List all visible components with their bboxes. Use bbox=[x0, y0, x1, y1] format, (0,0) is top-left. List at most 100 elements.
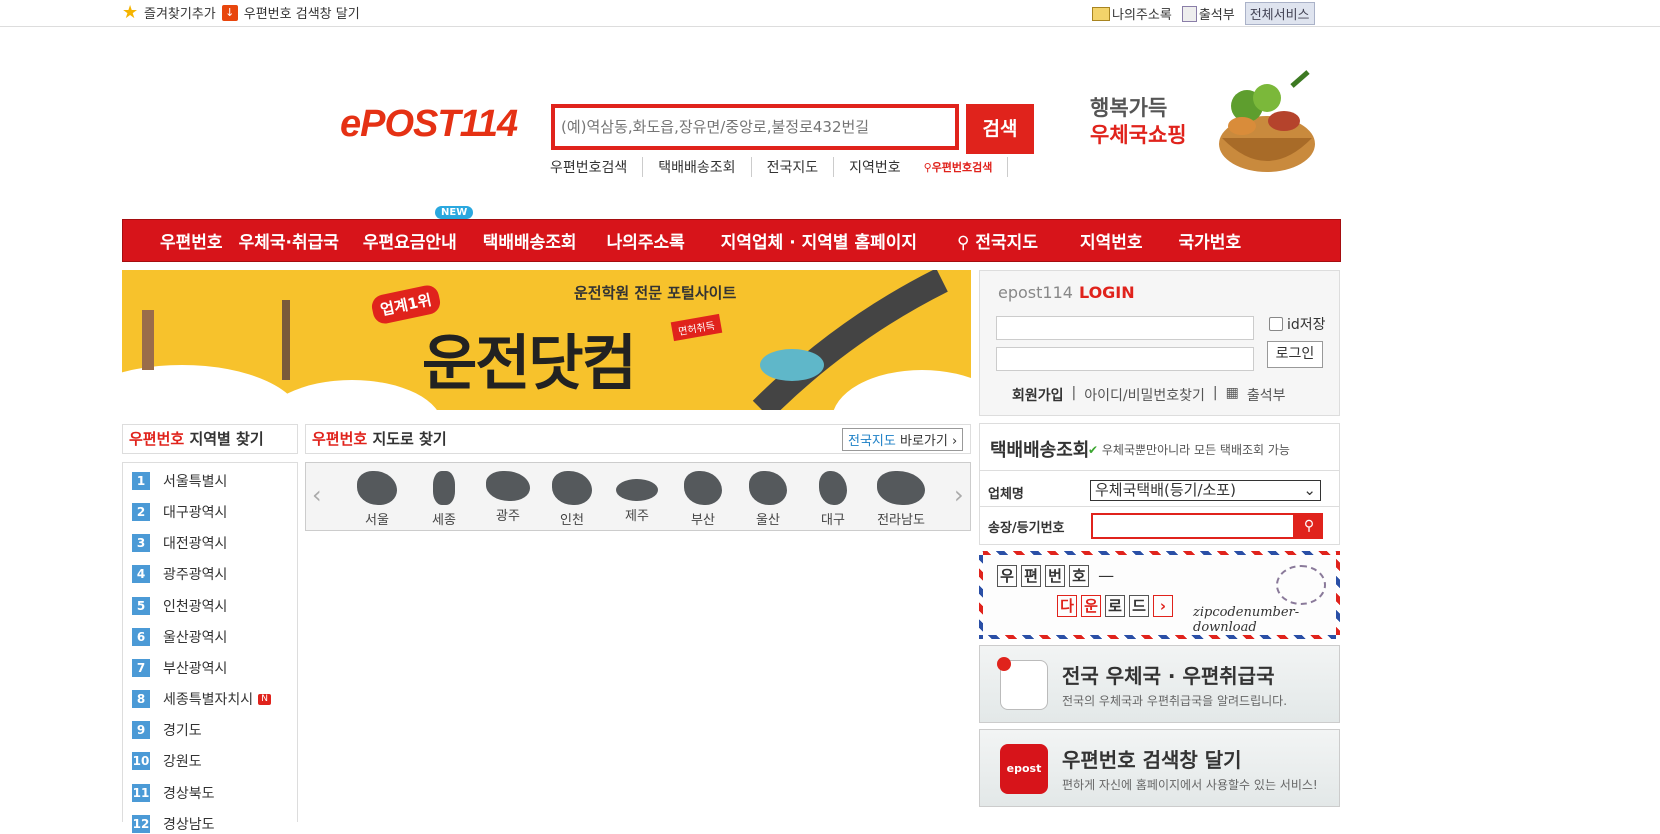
sublink-postcode[interactable]: 우편번호검색 bbox=[550, 157, 644, 177]
search-input[interactable] bbox=[555, 108, 955, 146]
post-office-promo[interactable]: 전국 우체국 · 우편취급국 전국의 우체국과 우편취급국을 알려드립니다. bbox=[979, 645, 1340, 723]
separator: | bbox=[1071, 385, 1077, 401]
widget-promo[interactable]: epost 우편번호 검색창 달기 편하게 자신에 홈페이지에서 사용할수 있는… bbox=[979, 729, 1340, 807]
find-account-link[interactable]: 아이디/비밀번호찾기 bbox=[1084, 385, 1205, 405]
nav-postcode[interactable]: 우편번호 bbox=[160, 228, 223, 253]
letter-box: 편 bbox=[1021, 565, 1041, 587]
all-services-button[interactable]: 전체서비스 bbox=[1244, 2, 1315, 25]
letter-box: 우 bbox=[997, 565, 1017, 587]
nav-map[interactable]: ⚲ 전국지도 bbox=[957, 228, 1038, 253]
top-right-links: 나의주소록 출석부 전체서비스 bbox=[1092, 2, 1315, 25]
widget-link[interactable]: 우편번호 검색창 달기 bbox=[244, 3, 360, 22]
prev-arrow-icon[interactable]: ‹ bbox=[312, 481, 322, 509]
remember-checkbox[interactable] bbox=[1269, 317, 1283, 331]
map-region[interactable]: 세종 bbox=[419, 471, 469, 528]
map-region[interactable]: 울산 bbox=[743, 471, 793, 528]
region-item[interactable]: 7 부산광역시 bbox=[132, 658, 227, 678]
login-title: LOGIN bbox=[1078, 283, 1135, 302]
nav-post-office[interactable]: 우체국·취급국 bbox=[239, 228, 339, 253]
region-item[interactable]: 9 경기도 bbox=[132, 720, 202, 740]
login-id-field[interactable] bbox=[996, 316, 1254, 340]
next-arrow-icon[interactable]: › bbox=[954, 481, 964, 509]
region-item[interactable]: 10 강원도 bbox=[132, 751, 202, 771]
region-label: 경상남도 bbox=[163, 817, 215, 833]
mini-search-link[interactable]: ⚲우편번호검색 bbox=[924, 157, 1009, 177]
site-logo[interactable]: ePOST114 bbox=[340, 103, 518, 146]
number-badge: 6 bbox=[132, 628, 150, 646]
nav-map-label: 전국지도 bbox=[975, 233, 1038, 253]
map-region-label: 부산 bbox=[691, 513, 715, 528]
sublink-area-code[interactable]: 지역번호 bbox=[849, 157, 916, 177]
top-utility-bar: ★ 즐겨찾기추가 ↓ 우편번호 검색창 달기 나의주소록 출석부 전체서비스 bbox=[0, 0, 1660, 27]
region-title-em: 우편번호 bbox=[129, 430, 185, 448]
region-panel-header: 우편번호 지역별 찾기 bbox=[122, 424, 298, 454]
map-region[interactable]: 제주 bbox=[612, 471, 662, 524]
bookmark-link[interactable]: 즐겨찾기추가 bbox=[144, 3, 216, 22]
region-list: 1 서울특별시 2 대구광역시 3 대전광역시 4 광주광역시 5 인천광역시 6 울산광역… bbox=[122, 462, 298, 833]
search-button[interactable]: 검색 bbox=[966, 104, 1034, 154]
tracking-sub: ✔ 우체국뿐만아니라 모든 택배조회 가능 bbox=[1088, 441, 1290, 458]
tracking-panel: 택배배송조회 ✔ 우체국뿐만아니라 모든 택배조회 가능 업체명 우체국택배(등… bbox=[979, 423, 1340, 545]
region-item[interactable]: 5 인천광역시 bbox=[132, 596, 227, 616]
nav-country-code[interactable]: 국가번호 bbox=[1179, 228, 1242, 253]
map-region-label: 대구 bbox=[821, 513, 845, 528]
map-region[interactable]: 전라남도 bbox=[868, 471, 934, 528]
region-item[interactable]: 8 세종특별자치시 N bbox=[132, 689, 272, 709]
region-label: 대구광역시 bbox=[163, 505, 228, 521]
goto-label: 바로가기 bbox=[899, 434, 948, 449]
nav-address-book[interactable]: 나의주소록 bbox=[607, 228, 685, 253]
map-pin-icon: ⚲ bbox=[957, 233, 970, 253]
tracking-number-input[interactable] bbox=[1091, 513, 1295, 539]
ad-banner[interactable]: 업계1위 운전학원 전문 포털사이트 운전닷컴 면허취득 bbox=[122, 270, 971, 410]
login-password-field[interactable] bbox=[996, 347, 1254, 371]
login-links: 회원가입 | 아이디/비밀번호찾기 | ▦ 출석부 bbox=[1012, 385, 1285, 405]
tracking-sub-text: 우체국뿐만아니라 모든 택배조회 가능 bbox=[1101, 443, 1290, 457]
region-item[interactable]: 1 서울특별시 bbox=[132, 471, 227, 491]
signup-link[interactable]: 회원가입 bbox=[1012, 385, 1064, 405]
number-badge: 12 bbox=[132, 815, 150, 833]
shop-line1: 행복가득 bbox=[1090, 96, 1168, 120]
number-badge: 4 bbox=[132, 565, 150, 583]
star-icon: ★ bbox=[122, 1, 139, 23]
region-item[interactable]: 11 경상북도 bbox=[132, 783, 215, 803]
map-region[interactable]: 대구 bbox=[808, 471, 858, 528]
letter-box: 운 bbox=[1081, 595, 1101, 617]
divider bbox=[980, 470, 1339, 471]
map-region[interactable]: 부산 bbox=[678, 471, 728, 528]
region-item[interactable]: 2 대구광역시 bbox=[132, 502, 227, 522]
company-select[interactable]: 우체국택배(등기/소포) ⌄ bbox=[1090, 480, 1321, 501]
sublink-tracking[interactable]: 택배배송조회 bbox=[658, 157, 752, 177]
goto-map-button[interactable]: 전국지도 바로가기 › bbox=[842, 428, 964, 451]
nav-area-code[interactable]: 지역번호 bbox=[1080, 228, 1143, 253]
region-shape-icon bbox=[616, 479, 658, 501]
search-icon[interactable]: ⚲ bbox=[1295, 513, 1323, 539]
tracking-title: 택배배송조회 bbox=[990, 440, 1090, 461]
attendance-link[interactable]: 출석부 bbox=[1199, 4, 1235, 23]
map-region-label: 울산 bbox=[756, 513, 780, 528]
nav-tracking[interactable]: 택배배송조회 bbox=[483, 228, 577, 253]
chevron-down-icon: ⌄ bbox=[1303, 481, 1316, 499]
sublink-map[interactable]: 전국지도 bbox=[767, 157, 835, 177]
shop-line2: 우체국쇼핑 bbox=[1090, 123, 1187, 147]
promo-title: 우편번호 검색창 달기 bbox=[1062, 748, 1242, 772]
region-shape-icon bbox=[749, 471, 787, 505]
region-item[interactable]: 3 대전광역시 bbox=[132, 533, 227, 553]
region-item[interactable]: 6 울산광역시 bbox=[132, 627, 227, 647]
login-button[interactable]: 로그인 bbox=[1267, 341, 1323, 368]
top-left-links: ★ 즐겨찾기추가 ↓ 우편번호 검색창 달기 bbox=[122, 3, 360, 22]
nav-local-business[interactable]: 지역업체 · 지역별 홈페이지 bbox=[721, 228, 917, 253]
map-region[interactable]: 인천 bbox=[547, 471, 597, 528]
map-title: 지도로 찾기 bbox=[372, 430, 447, 448]
map-region[interactable]: 광주 bbox=[483, 471, 533, 524]
letter-box: 로 bbox=[1105, 595, 1125, 617]
region-label: 경기도 bbox=[163, 723, 202, 739]
map-region[interactable]: 서울 bbox=[352, 471, 402, 528]
nav-postage[interactable]: 우편요금안내 bbox=[363, 228, 457, 253]
postcode-download-banner[interactable]: 우편번호 — 다 운 로 드 › zipcodenumber-download bbox=[979, 551, 1340, 639]
shop-ad[interactable]: 행복가득 우체국쇼핑 bbox=[1090, 95, 1187, 149]
region-item[interactable]: 4 광주광역시 bbox=[132, 564, 227, 584]
login-attendance-link[interactable]: 출석부 bbox=[1247, 385, 1286, 405]
remember-id[interactable]: id저장 bbox=[1269, 314, 1326, 334]
region-item[interactable]: 12 경상남도 bbox=[132, 814, 215, 834]
my-address-link[interactable]: 나의주소록 bbox=[1112, 4, 1172, 23]
